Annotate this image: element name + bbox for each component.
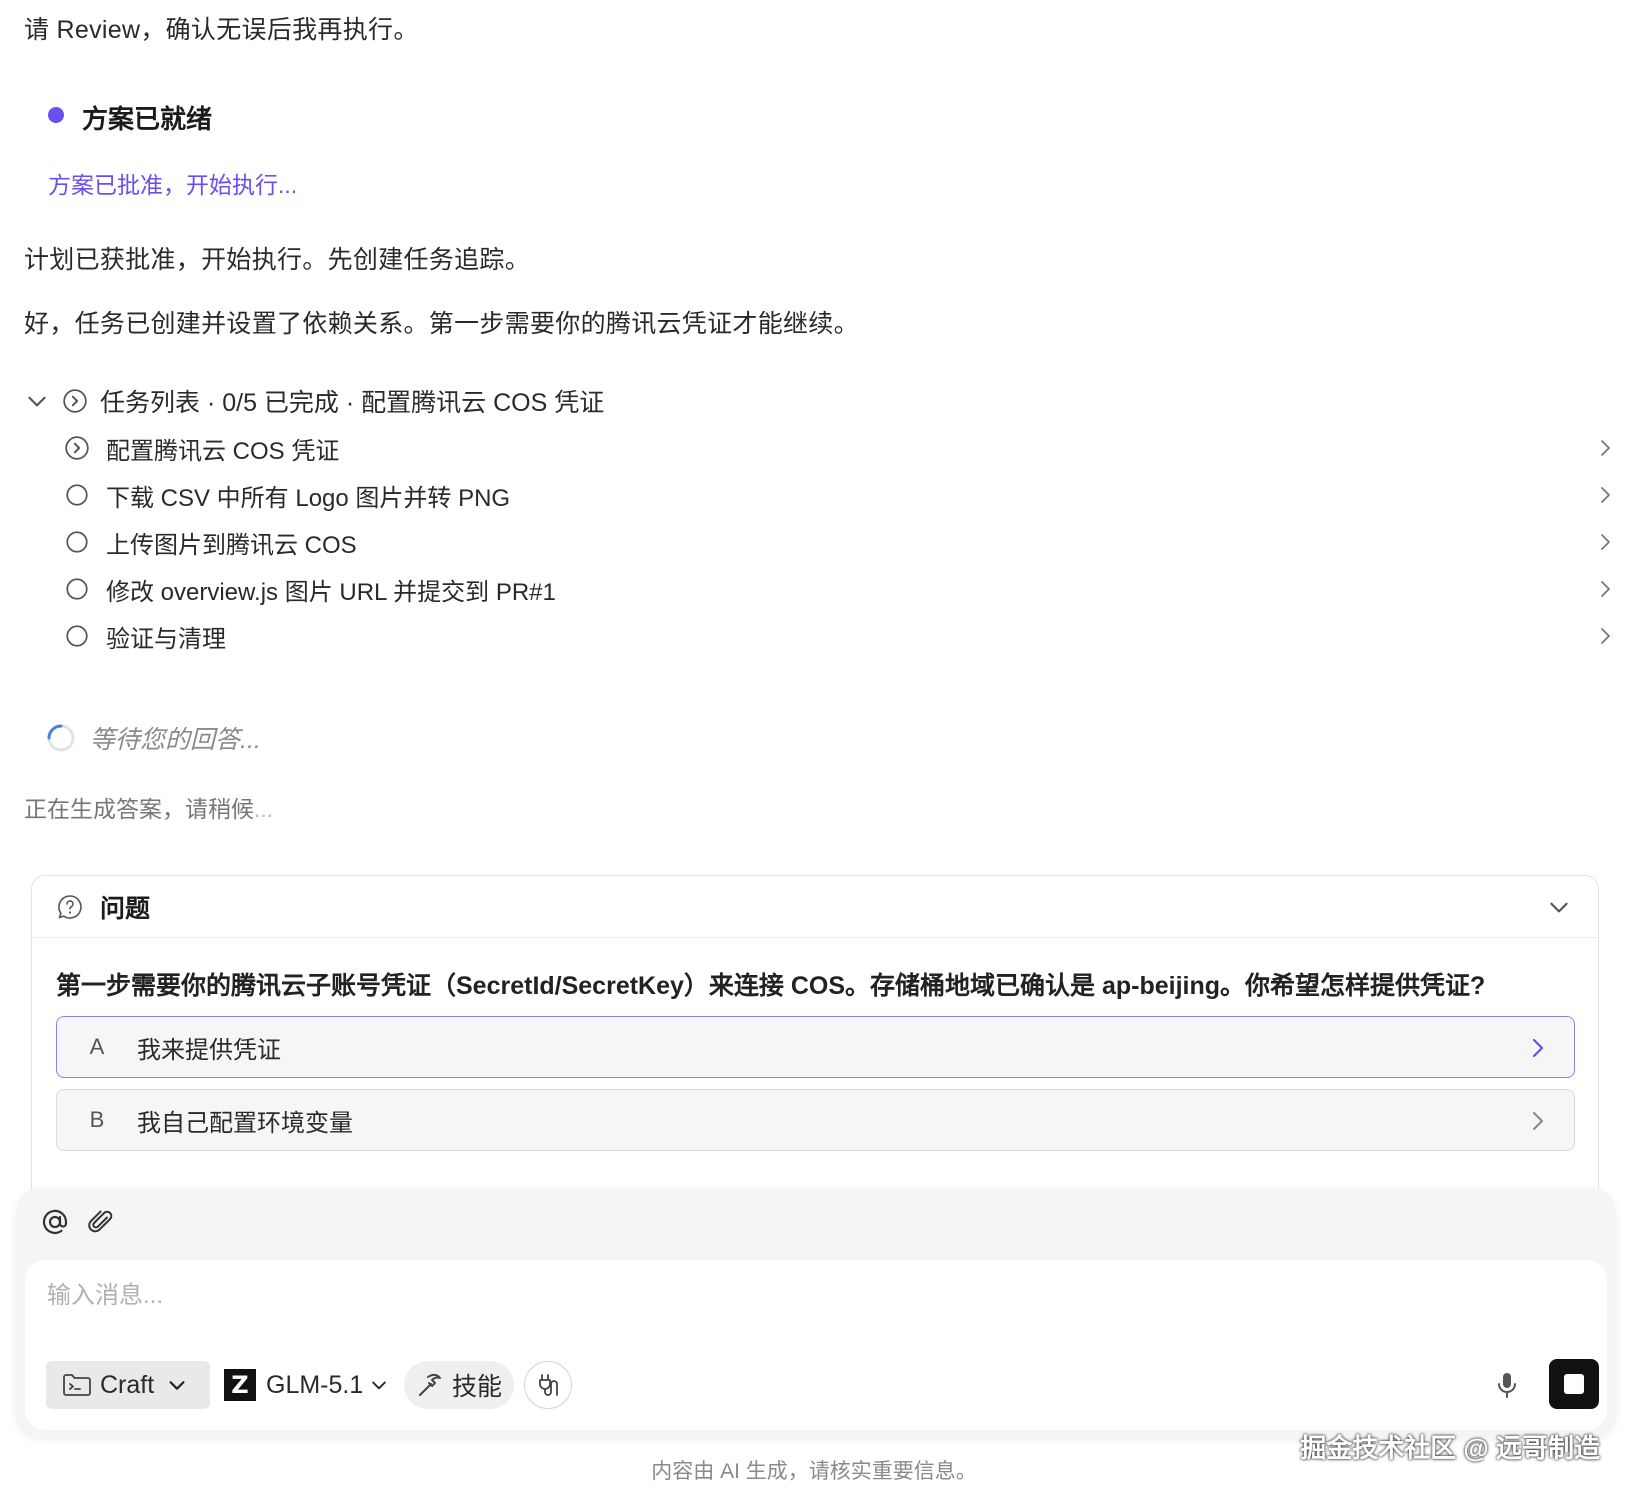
loading-spinner-icon (47, 724, 75, 752)
skills-button[interactable]: 技能 (404, 1361, 514, 1409)
question-card: 问题 第一步需要你的腾讯云子账号凭证（SecretId/SecretKey）来连… (31, 875, 1599, 1205)
question-bubble-icon (58, 894, 82, 919)
model-label: GLM-5.1 (266, 1370, 364, 1399)
question-header[interactable]: 问题 (32, 876, 1598, 938)
plugin-button[interactable] (524, 1361, 572, 1409)
task-item[interactable]: 下载 CSV 中所有 Logo 图片并转 PNG (64, 477, 1620, 513)
mode-label: Craft (100, 1370, 155, 1399)
mode-selector[interactable]: Craft (46, 1361, 210, 1409)
generating-text: 正在生成答案，请稍候 (24, 796, 254, 822)
mention-at-icon[interactable] (40, 1207, 70, 1237)
option-key: B (89, 1107, 105, 1132)
stop-icon (1564, 1374, 1584, 1394)
task-in-progress-icon (65, 436, 89, 460)
task-in-progress-icon (63, 389, 87, 413)
message-approved: 计划已获批准，开始执行。先创建任务追踪。 (24, 246, 531, 274)
message-input[interactable] (47, 1282, 1547, 1310)
chevron-right-icon[interactable] (1596, 530, 1616, 554)
task-pending-icon (66, 484, 88, 506)
chevron-down-icon[interactable] (24, 388, 50, 414)
plug-icon (539, 1374, 558, 1396)
question-title: 问题 (100, 894, 151, 923)
task-list-summary: 任务列表 · 0/5 已完成 · 配置腾讯云 COS 凭证 (100, 389, 605, 417)
chevron-down-icon[interactable] (1546, 894, 1572, 920)
chevron-right-icon (1533, 1112, 1543, 1130)
chevron-right-icon[interactable] (1596, 436, 1616, 460)
paperclip-icon[interactable] (86, 1207, 116, 1237)
option-label: 我来提供凭证 (137, 1036, 281, 1064)
generating-dots: ... (254, 796, 274, 822)
watermark: 掘金技术社区 @ 远哥制造 (1300, 1433, 1600, 1463)
task-pending-icon (66, 531, 88, 553)
task-label: 配置腾讯云 COS 凭证 (106, 437, 340, 465)
chevron-right-icon (1532, 1038, 1544, 1058)
generating-status: 正在生成答案，请稍候... (24, 790, 273, 824)
waiting-indicator: 等待您的回答... (46, 720, 261, 756)
plan-approved-link[interactable]: 方案已批准，开始执行... (48, 166, 297, 200)
task-item[interactable]: 修改 overview.js 图片 URL 并提交到 PR#1 (64, 571, 1620, 607)
question-text: 第一步需要你的腾讯云子账号凭证（SecretId/SecretKey）来连接 C… (56, 972, 1486, 1000)
task-item[interactable]: 验证与清理 (64, 618, 1620, 654)
folder-terminal-icon (63, 1374, 91, 1396)
task-item[interactable]: 配置腾讯云 COS 凭证 (64, 430, 1620, 466)
chevron-down-icon (372, 1381, 387, 1390)
hammer-pick-icon (419, 1373, 441, 1396)
plan-status-title: 方案已就绪 (82, 104, 213, 134)
waiting-label: 等待您的回答... (90, 726, 261, 754)
chevron-right-icon[interactable] (1596, 483, 1616, 507)
option-label: 我自己配置环境变量 (137, 1109, 353, 1137)
message-tasks-created: 好，任务已创建并设置了依赖关系。第一步需要你的腾讯云凭证才能继续。 (24, 310, 859, 338)
task-pending-icon (66, 578, 88, 600)
task-label: 下载 CSV 中所有 Logo 图片并转 PNG (106, 484, 511, 512)
chevron-down-icon (169, 1381, 185, 1390)
option-b-button[interactable]: B 我自己配置环境变量 (56, 1089, 1575, 1151)
skills-label: 技能 (452, 1373, 503, 1401)
review-message: 请 Review，确认无误后我再执行。 (24, 16, 419, 44)
task-item[interactable]: 上传图片到腾讯云 COS (64, 524, 1620, 560)
option-a-button[interactable]: A 我来提供凭证 (56, 1016, 1575, 1078)
task-list-header[interactable]: 任务列表 · 0/5 已完成 · 配置腾讯云 COS 凭证 (24, 383, 604, 419)
status-dot-icon (48, 107, 64, 123)
chevron-right-icon[interactable] (1596, 577, 1616, 601)
option-key: A (89, 1034, 105, 1059)
zhipu-logo-icon: Z (224, 1369, 256, 1401)
stop-button[interactable] (1549, 1359, 1599, 1409)
task-pending-icon (66, 625, 88, 647)
microphone-icon[interactable] (1492, 1370, 1522, 1400)
chevron-right-icon[interactable] (1596, 624, 1616, 648)
model-selector[interactable]: Z GLM-5.1 (224, 1361, 394, 1409)
task-label: 上传图片到腾讯云 COS (106, 531, 357, 559)
task-label: 验证与清理 (106, 625, 226, 653)
message-composer: Craft Z GLM-5.1 技能 (16, 1188, 1616, 1438)
task-label: 修改 overview.js 图片 URL 并提交到 PR#1 (106, 578, 556, 606)
